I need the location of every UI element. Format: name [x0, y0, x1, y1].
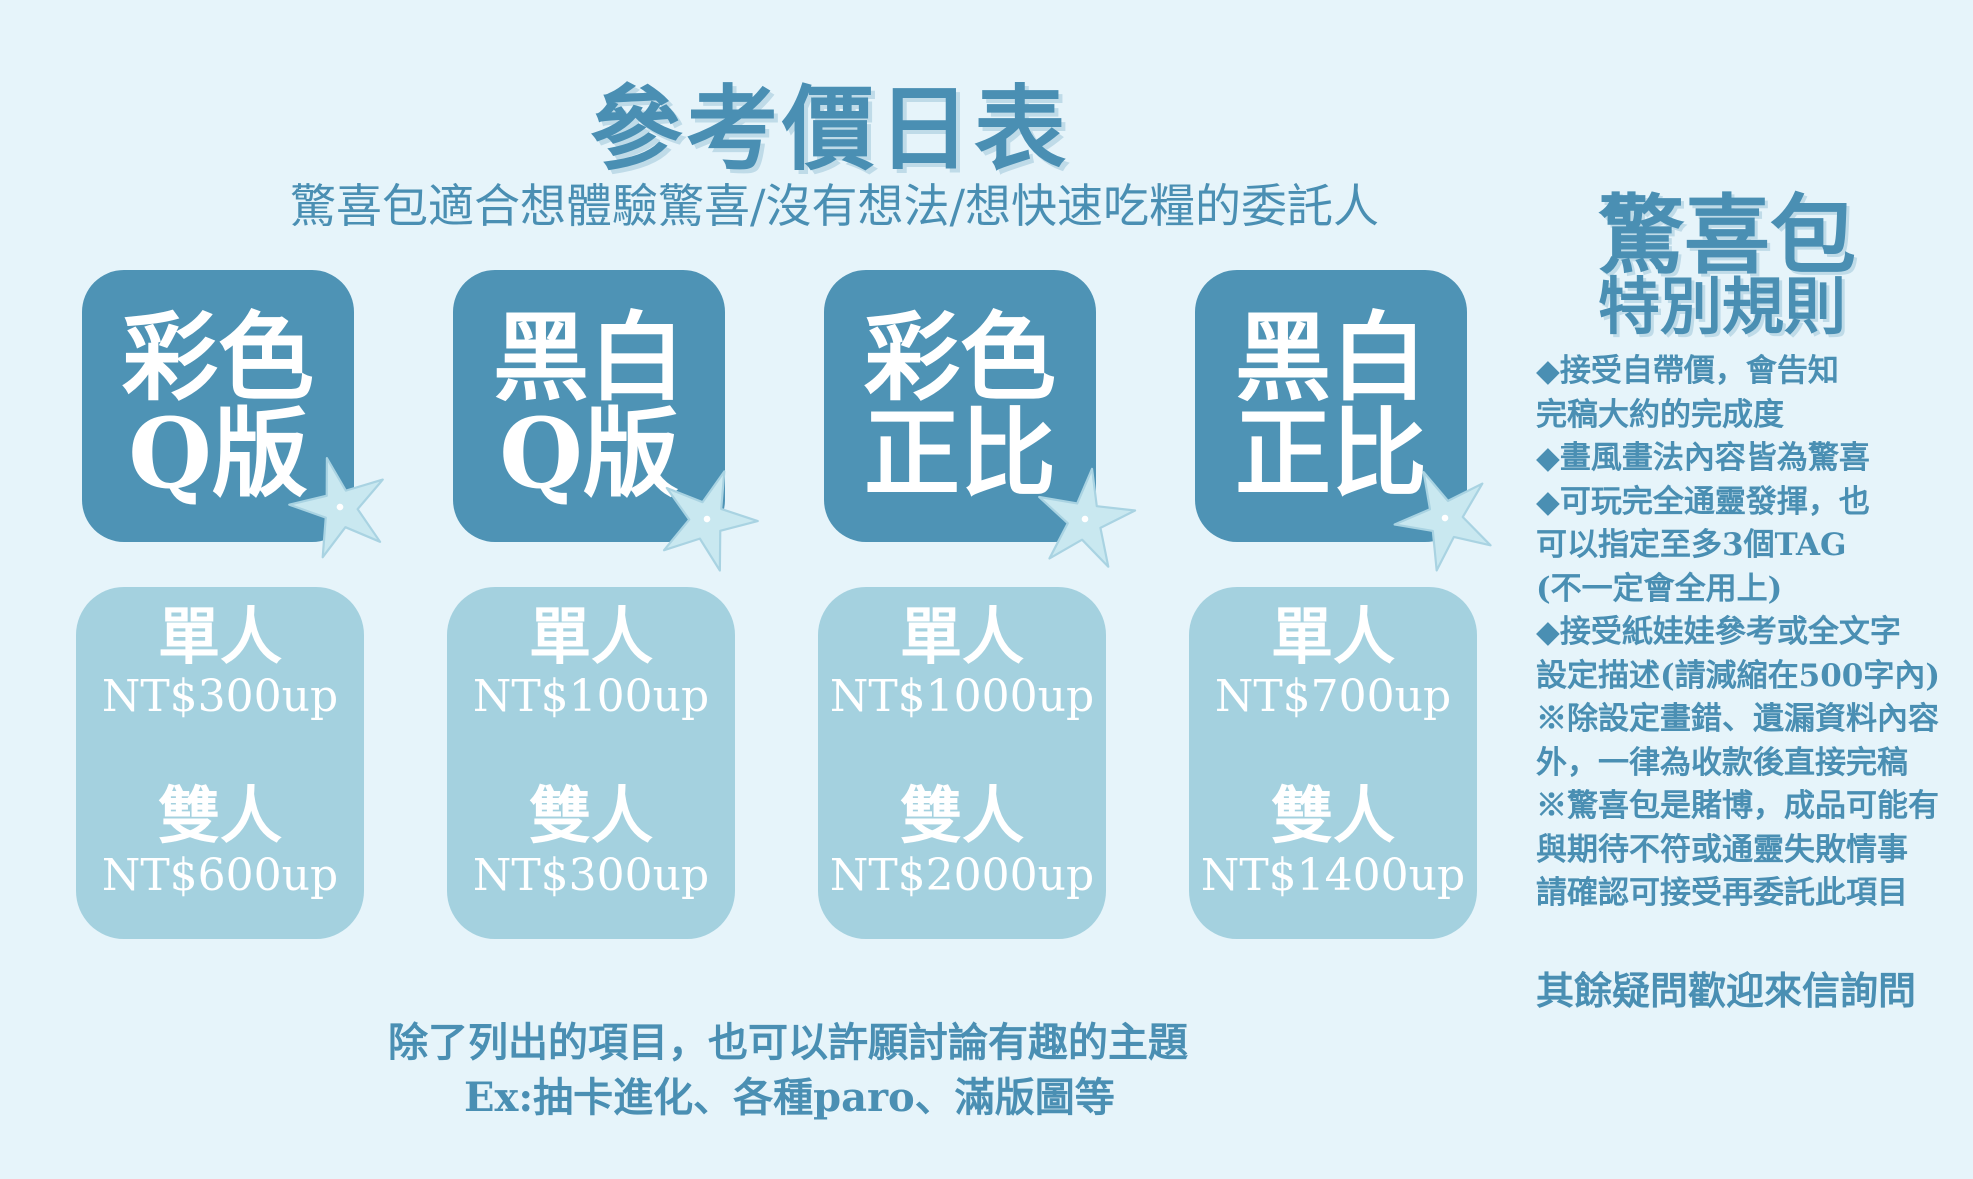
- double-label: 雙人: [1270, 778, 1395, 852]
- price-box: 單人 NT$1000up 雙人 NT$2000up: [818, 587, 1106, 939]
- single-label: 單人: [157, 600, 282, 673]
- rule-line: 完稿大約的完成度: [1536, 396, 1784, 433]
- rule-line: 外，一律為收款後直接完稿: [1536, 744, 1908, 781]
- closing-note: 其餘疑問歡迎來信詢問: [1536, 968, 1917, 1013]
- double-label: 雙人: [157, 778, 282, 852]
- package-title-line1: 黑白: [493, 301, 685, 414]
- rule-line: ◆可玩完全通靈發揮，也: [1536, 483, 1870, 520]
- single-price: NT$100up: [472, 671, 710, 723]
- double-price: NT$600up: [101, 850, 339, 902]
- package-title-line2: Q版: [128, 397, 308, 510]
- rule-line: 與期待不符或通靈失敗情事: [1536, 831, 1908, 868]
- double-price: NT$1400up: [1200, 850, 1466, 902]
- price-box: 單人 NT$100up 雙人 NT$300up: [447, 587, 735, 939]
- double-price: NT$300up: [472, 850, 710, 902]
- starfish-icon: [1038, 467, 1137, 568]
- rules-list: ◆接受自帶價，會告知 完稿大約的完成度 ◆畫風畫法內容皆為驚喜 ◆可玩完全通靈發…: [1536, 350, 1966, 916]
- starfish-icon: [288, 457, 384, 559]
- single-price: NT$1000up: [829, 671, 1095, 723]
- single-label: 單人: [899, 600, 1024, 673]
- starfish-icon: [662, 470, 759, 572]
- rule-line: ◆接受自帶價，會告知: [1536, 353, 1839, 389]
- package-title-line1: 黑白: [1235, 301, 1427, 414]
- side-subtitle: 特別規則: [1598, 270, 1847, 343]
- page-subtitle: 驚喜包適合想體驗驚喜/沒有想法/想快速吃糧的委託人: [290, 179, 1379, 233]
- package-title-line2: 正比: [864, 397, 1056, 510]
- rule-line: ※驚喜包是賭博，成品可能有: [1536, 788, 1939, 824]
- double-price: NT$2000up: [829, 850, 1095, 902]
- double-label: 雙人: [899, 778, 1024, 852]
- single-label: 單人: [528, 600, 653, 673]
- page-title: 參考價日表: [590, 75, 1071, 183]
- package-title-line1: 彩色: [864, 301, 1056, 414]
- rule-line: ※除設定畫錯、遺漏資料內容: [1536, 701, 1939, 737]
- rule-line: 設定描述(請減縮在500字內): [1536, 657, 1941, 694]
- single-label: 單人: [1270, 600, 1395, 673]
- double-label: 雙人: [528, 778, 653, 852]
- single-price: NT$300up: [101, 671, 339, 723]
- package-title-line1: 彩色: [122, 301, 314, 414]
- price-box: 單人 NT$700up 雙人 NT$1400up: [1189, 587, 1477, 939]
- single-price: NT$700up: [1214, 671, 1452, 723]
- starfish-icon: [1393, 471, 1492, 572]
- price-box: 單人 NT$300up 雙人 NT$600up: [76, 587, 364, 939]
- footer-note: 除了列出的項目，也可以許願討論有趣的主題: [388, 1019, 1188, 1066]
- rule-line: ◆畫風畫法內容皆為驚喜: [1536, 440, 1870, 476]
- rule-line: (不一定會全用上): [1536, 570, 1783, 607]
- rule-line: ◆接受紙娃娃參考或全文字: [1536, 614, 1901, 650]
- rule-line: 請確認可接受再委託此項目: [1536, 875, 1908, 911]
- footer-examples: Ex:抽卡進化、各種paro、滿版圖等: [464, 1074, 1115, 1121]
- rule-line: 可以指定至多3個TAG: [1536, 527, 1847, 563]
